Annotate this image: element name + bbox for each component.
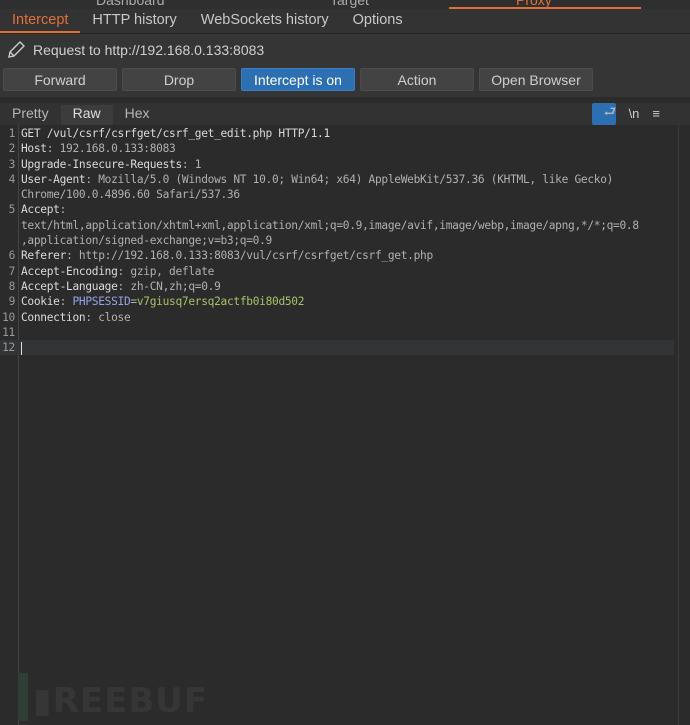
line-text: text/html,application/xhtml+xml,applicat… (21, 218, 639, 233)
token: v7giusq7ersq2actfb0i80d502 (136, 295, 305, 309)
tab-http-history[interactable]: HTTP history (80, 9, 188, 33)
line-text: Chrome/100.0.4896.60 Safari/537.36 (21, 187, 240, 202)
code-line: 8 Accept-Language: zh-CN,zh;q=0.9 (0, 279, 690, 294)
token: : (59, 203, 67, 217)
token: : 1 (181, 157, 202, 171)
line-number: 5 (8, 203, 16, 217)
forward-button[interactable]: Forward (3, 68, 117, 91)
tab-hex[interactable]: Hex (113, 105, 162, 127)
code-line: 12 (0, 340, 674, 356)
code-line: 6 Referer: http://192.168.0.133:8083/vul/… (0, 248, 690, 263)
token: GET /vul/csrf/csrfget/csrf_get_edit.php … (21, 127, 330, 140)
proxy-subtabs: Intercept HTTP history WebSockets histor… (0, 9, 690, 34)
line-text: Accept-Language: zh-CN,zh;q=0.9 (21, 279, 221, 294)
token: Accept (21, 203, 60, 217)
active-tab-underline (449, 7, 641, 9)
token: : Mozilla/5.0 (Windows NT 10.0; Win64; x… (85, 172, 614, 186)
line-number: 12 (2, 341, 15, 355)
tab-websockets-history[interactable]: WebSockets history (189, 9, 341, 33)
request-editor[interactable]: 1 GET /vul/csrf/csrfget/csrf_get_edit.php… (0, 125, 690, 725)
tab-intercept[interactable]: Intercept (0, 9, 81, 33)
wrap-icon[interactable]: ⮐ (591, 102, 616, 125)
code-line: Chrome/100.0.4896.60 Safari/537.36 (0, 187, 690, 202)
token: Accept-Encoding (21, 264, 118, 278)
code-line: 2 Host: 192.168.0.133:8083 (0, 141, 690, 156)
line-number: 4 (8, 172, 16, 186)
token: Cookie (21, 295, 60, 309)
line-text: Accept-Encoding: gzip, deflate (21, 264, 214, 279)
token: Chrome/100.0.4896.60 Safari/537.36 (21, 188, 240, 202)
code-line: ,application/signed-exchange;v=b3;q=0.9 (0, 233, 690, 248)
line-number: 11 (2, 325, 15, 339)
newline-toggle-icon[interactable]: \n (629, 106, 640, 121)
tab-pretty[interactable]: Pretty (0, 105, 61, 127)
top-tab-bar: Dashboard Target Proxy (0, 0, 690, 9)
intercept-toggle-button[interactable]: Intercept is on (241, 68, 355, 91)
code-line: text/html,application/xhtml+xml,applicat… (0, 218, 690, 233)
token: PHPSESSID (72, 295, 131, 309)
line-text: GET /vul/csrf/csrfget/csrf_get_edit.php … (21, 126, 330, 141)
line-number: 6 (8, 249, 16, 263)
action-button[interactable]: Action (360, 68, 474, 91)
token: : close (85, 310, 131, 324)
code-line: 3 Upgrade-Insecure-Requests: 1 (0, 157, 690, 172)
pencil-icon (8, 41, 25, 58)
token: : gzip, deflate (117, 264, 215, 278)
freebuf-watermark: ▮REEBUF (18, 673, 208, 721)
tab-target[interactable]: Target (330, 0, 369, 8)
code-line: 11 (0, 325, 690, 340)
intercept-toolbar: Forward Drop Intercept is on Action Open… (0, 66, 690, 98)
code-line: 9 Cookie: PHPSESSID=v7giusq7ersq2actfb0i8… (0, 294, 690, 309)
line-number: 2 (8, 142, 16, 156)
drop-button[interactable]: Drop (122, 68, 236, 91)
line-number: 7 (8, 264, 16, 278)
token: Accept-Language (21, 279, 118, 293)
line-text: Upgrade-Insecure-Requests: 1 (21, 157, 202, 172)
scrollbar[interactable] (678, 125, 690, 725)
token: Upgrade-Insecure-Requests (21, 157, 182, 171)
token: ,application/signed-exchange;v=b3;q=0.9 (21, 234, 272, 248)
line-text: Connection: close (21, 310, 131, 325)
tab-dashboard[interactable]: Dashboard (96, 0, 165, 8)
token: Host (21, 142, 47, 156)
token: text/html,application/xhtml+xml,applicat… (21, 218, 639, 232)
line-number: 8 (8, 279, 16, 293)
request-info: Request to http://192.168.0.133:8083 (0, 34, 690, 66)
request-target: Request to http://192.168.0.133:8083 (33, 42, 265, 58)
line-number: 1 (8, 127, 16, 140)
token: : http://192.168.0.133:8083/vul/csrf/csr… (66, 249, 433, 263)
code-line: 1 GET /vul/csrf/csrfget/csrf_get_edit.php… (0, 126, 690, 141)
line-text: Host: 192.168.0.133:8083 (21, 141, 176, 156)
menu-icon[interactable]: ≡ (652, 106, 660, 121)
line-number: 10 (2, 310, 15, 324)
token: Connection (21, 310, 86, 324)
tab-raw[interactable]: Raw (60, 105, 113, 127)
code-line: 10 Connection: close (0, 310, 690, 325)
line-text: Cookie: PHPSESSID=v7giusq7ersq2actfb0i80… (21, 294, 304, 309)
token: : (59, 295, 73, 309)
token: Referer (21, 249, 67, 263)
code-line: 7 Accept-Encoding: gzip, deflate (0, 264, 690, 279)
open-browser-button[interactable]: Open Browser (479, 68, 593, 91)
token: : zh-CN,zh;q=0.9 (117, 279, 221, 293)
line-text: Referer: http://192.168.0.133:8083/vul/c… (21, 248, 433, 263)
line-number: 3 (8, 157, 16, 171)
editor-tabs: Pretty Raw Hex ⮐ \n ≡ (0, 102, 690, 127)
token: User-Agent (21, 172, 86, 186)
line-text: User-Agent: Mozilla/5.0 (Windows NT 10.0… (21, 172, 613, 187)
line-text: Accept: (21, 202, 66, 217)
token: : 192.168.0.133:8083 (46, 142, 176, 156)
line-text: ,application/signed-exchange;v=b3;q=0.9 (21, 233, 272, 248)
line-number: 9 (8, 295, 16, 309)
code-line: 5 Accept: (0, 202, 690, 217)
code-line: 4 User-Agent: Mozilla/5.0 (Windows NT 10.… (0, 172, 690, 187)
line-text (21, 340, 22, 355)
tab-options[interactable]: Options (341, 9, 415, 33)
text-cursor (21, 341, 22, 355)
